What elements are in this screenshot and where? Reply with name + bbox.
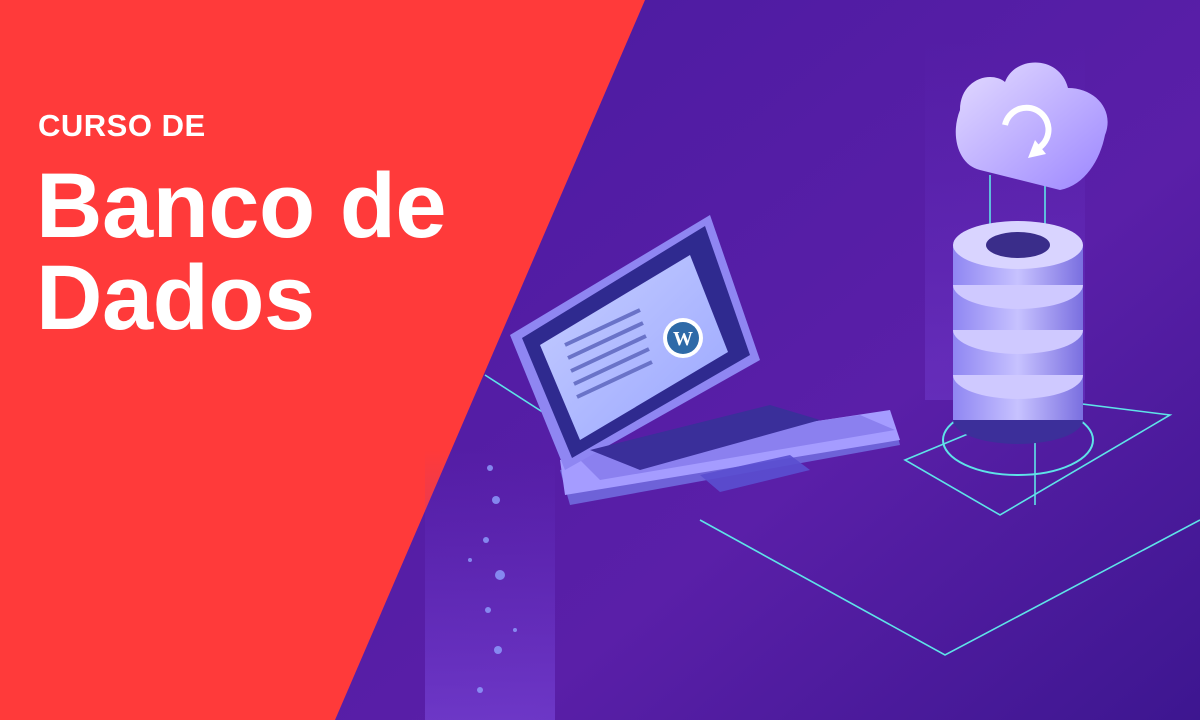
banner: W CURSO DE Banco de Dados xyxy=(0,0,1200,720)
course-title-line-2: Dados xyxy=(36,247,315,349)
svg-text:W: W xyxy=(673,328,693,350)
course-title-line-1: Banco de xyxy=(36,155,447,257)
light-beam xyxy=(425,450,555,720)
wordpress-logo-icon: W xyxy=(663,318,703,358)
course-label: CURSO DE xyxy=(38,108,206,143)
